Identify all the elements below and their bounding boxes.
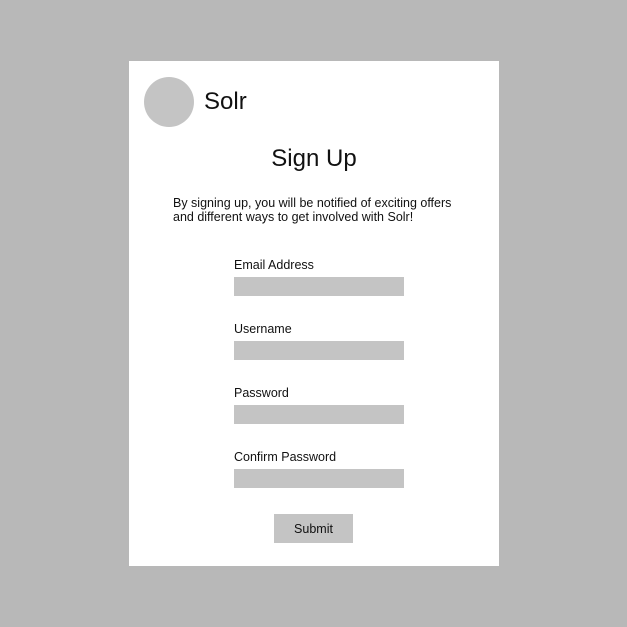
- password-field-group: Password: [234, 386, 404, 424]
- brand-name: Solr: [204, 88, 247, 115]
- username-field-group: Username: [234, 322, 404, 360]
- confirm-password-field[interactable]: [234, 469, 404, 488]
- confirm-password-label: Confirm Password: [234, 450, 337, 464]
- email-field[interactable]: [234, 277, 404, 296]
- circle-logo-icon: [144, 77, 194, 127]
- email-field-group: Email Address: [234, 258, 404, 296]
- submit-button[interactable]: Submit: [274, 514, 353, 543]
- signup-card: Solr Sign Up By signing up, you will be …: [129, 61, 499, 566]
- email-label: Email Address: [234, 258, 314, 272]
- username-label: Username: [234, 322, 292, 336]
- username-field[interactable]: [234, 341, 404, 360]
- password-label: Password: [234, 386, 289, 400]
- page-title: Sign Up: [271, 145, 357, 172]
- confirm-password-field-group: Confirm Password: [234, 450, 404, 488]
- intro-text: By signing up, you will be notified of e…: [173, 196, 452, 224]
- password-field[interactable]: [234, 405, 404, 424]
